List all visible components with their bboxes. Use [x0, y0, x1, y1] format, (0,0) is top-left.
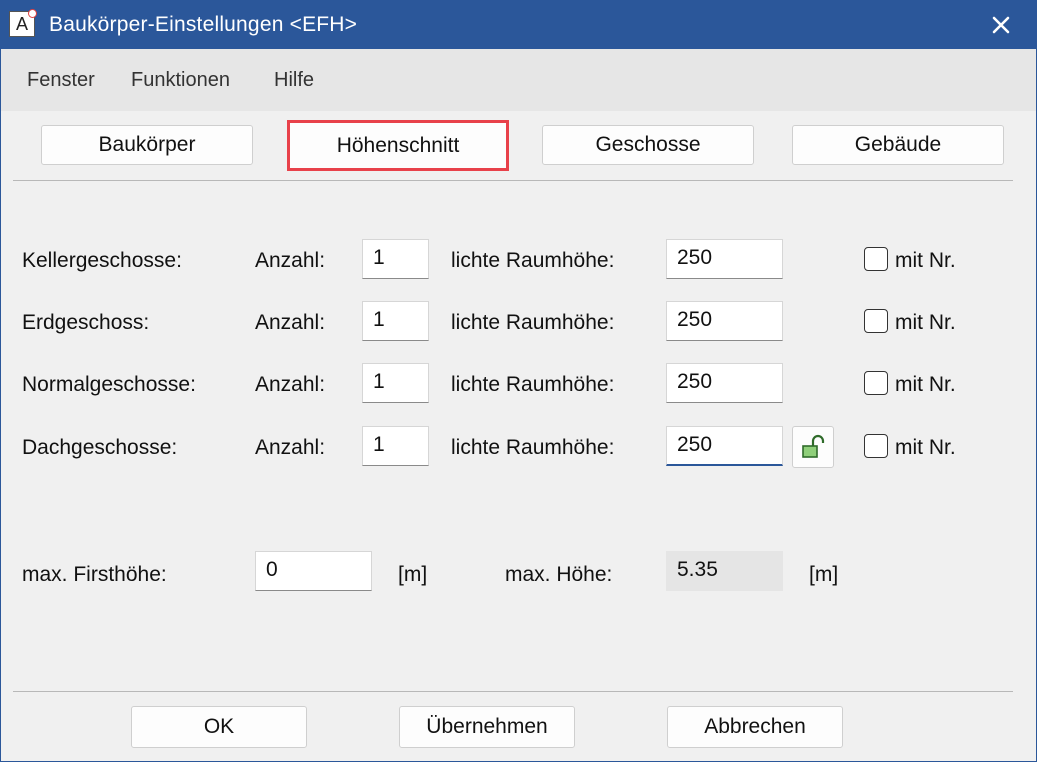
mit-nr-label: mit Nr.: [895, 311, 956, 334]
anzahl-input[interactable]: 1: [362, 239, 429, 279]
raumhoehe-input[interactable]: 250: [666, 363, 783, 403]
menu-hilfe[interactable]: Hilfe: [274, 69, 314, 92]
apply-button[interactable]: Übernehmen: [399, 706, 575, 748]
mit-nr-label: mit Nr.: [895, 373, 956, 396]
max-hoehe-value: 5.35: [666, 551, 783, 591]
firsthoehe-label: max. Firsthöhe:: [22, 563, 167, 586]
menu-fenster[interactable]: Fenster: [27, 69, 95, 92]
raumhoehe-label: lichte Raumhöhe:: [451, 436, 615, 459]
separator-top: [13, 180, 1013, 181]
raumhoehe-input[interactable]: 250: [666, 239, 783, 279]
mit-nr-checkbox[interactable]: [864, 309, 888, 333]
row-label: Erdgeschoss:: [22, 311, 150, 334]
anzahl-input[interactable]: 1: [362, 301, 429, 341]
mit-nr-checkbox[interactable]: [864, 247, 888, 271]
mit-nr-checkbox[interactable]: [864, 434, 888, 458]
row-label: Dachgeschosse:: [22, 436, 178, 459]
dialog-window: A Baukörper-Einstellungen <EFH> Fenster …: [0, 0, 1037, 762]
mit-nr-label: mit Nr.: [895, 436, 956, 459]
raumhoehe-label: lichte Raumhöhe:: [451, 249, 615, 272]
raumhoehe-label: lichte Raumhöhe:: [451, 373, 615, 396]
separator-bottom: [13, 691, 1013, 692]
raumhoehe-input[interactable]: 250: [666, 301, 783, 341]
max-hoehe-label: max. Höhe:: [505, 563, 613, 586]
raumhoehe-input[interactable]: 250: [666, 426, 783, 466]
window-title: Baukörper-Einstellungen <EFH>: [49, 13, 358, 36]
lock-toggle-button[interactable]: [792, 426, 834, 468]
tab-geschosse[interactable]: Geschosse: [542, 125, 754, 165]
anzahl-label: Anzahl:: [255, 311, 326, 334]
anzahl-label: Anzahl:: [255, 249, 326, 272]
menu-bar: Fenster Funktionen Hilfe: [1, 49, 1036, 111]
tab-baukoerper[interactable]: Baukörper: [41, 125, 253, 165]
anzahl-label: Anzahl:: [255, 373, 326, 396]
tab-hoehenschnitt[interactable]: Höhenschnitt: [287, 120, 509, 171]
mit-nr-label: mit Nr.: [895, 249, 956, 272]
cancel-button[interactable]: Abbrechen: [667, 706, 843, 748]
max-hoehe-unit: [m]: [809, 563, 839, 586]
app-icon: A: [9, 9, 37, 37]
title-bar: A Baukörper-Einstellungen <EFH>: [1, 1, 1036, 49]
close-icon: [992, 16, 1010, 34]
ok-button[interactable]: OK: [131, 706, 307, 748]
close-button[interactable]: [966, 1, 1036, 49]
anzahl-input[interactable]: 1: [362, 363, 429, 403]
menu-funktionen[interactable]: Funktionen: [131, 69, 230, 92]
anzahl-input[interactable]: 1: [362, 426, 429, 466]
raumhoehe-label: lichte Raumhöhe:: [451, 311, 615, 334]
unlocked-padlock-icon: [802, 434, 825, 458]
mit-nr-checkbox[interactable]: [864, 371, 888, 395]
row-label: Kellergeschosse:: [22, 249, 182, 272]
firsthoehe-input[interactable]: 0: [255, 551, 372, 591]
anzahl-label: Anzahl:: [255, 436, 326, 459]
firsthoehe-unit: [m]: [398, 563, 428, 586]
row-label: Normalgeschosse:: [22, 373, 196, 396]
tab-gebaeude[interactable]: Gebäude: [792, 125, 1004, 165]
